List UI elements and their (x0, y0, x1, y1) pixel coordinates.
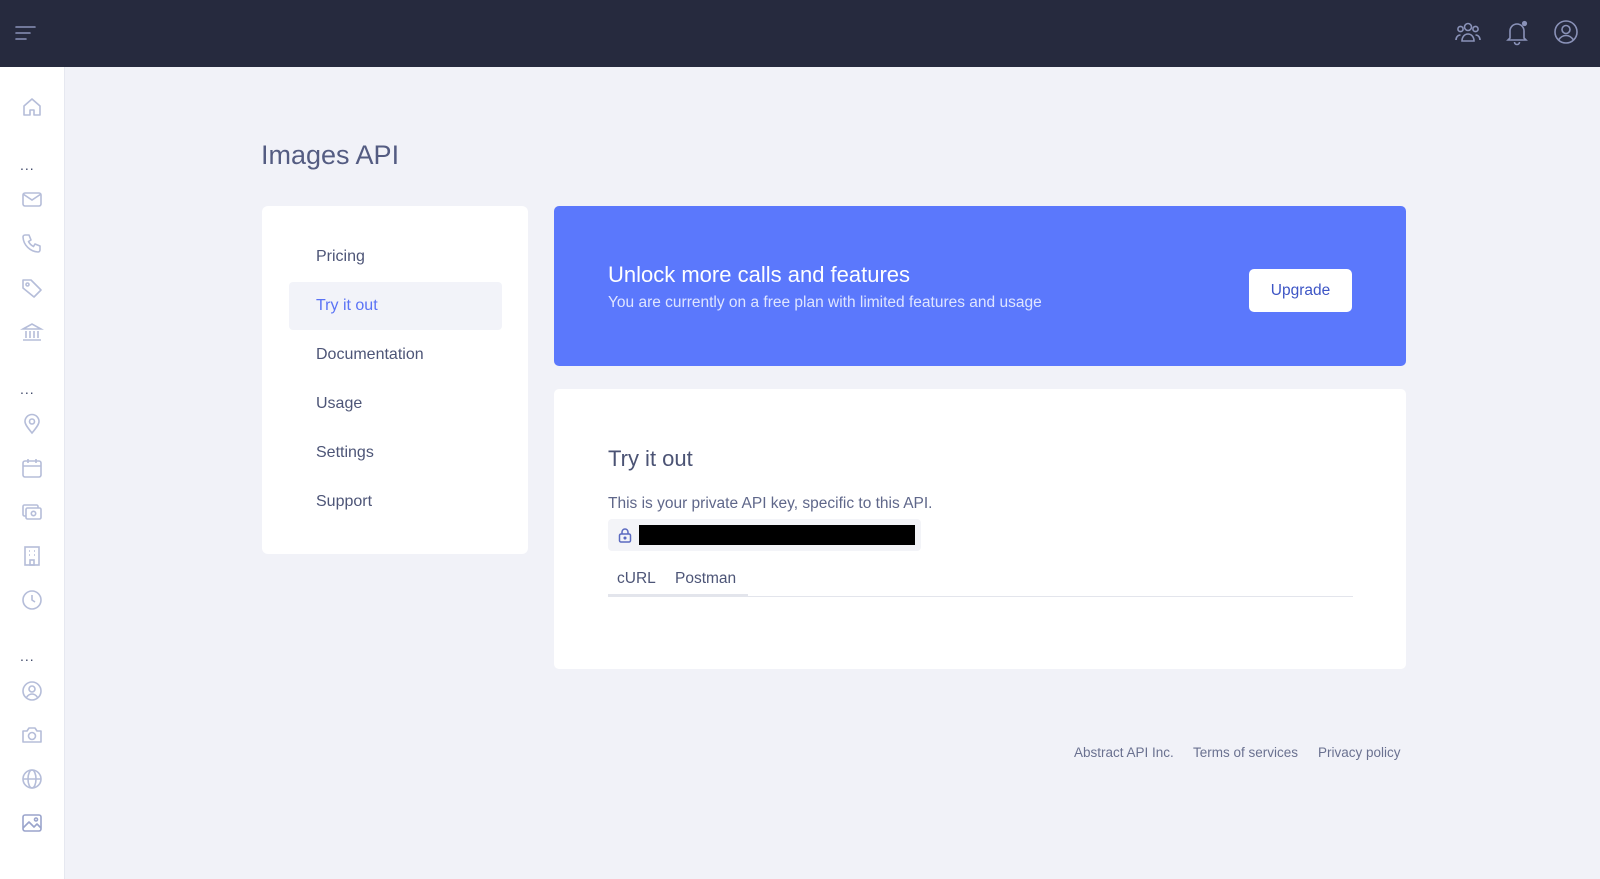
globe-icon[interactable] (20, 767, 44, 791)
calendar-icon[interactable] (20, 456, 44, 480)
clock-icon[interactable] (20, 588, 44, 612)
tab-indicator (608, 594, 748, 597)
team-icon[interactable] (1454, 18, 1482, 46)
page-title: Images API (261, 140, 400, 170)
home-icon[interactable] (20, 95, 44, 119)
code-tabs: cURL Postman (608, 567, 1353, 597)
upgrade-button[interactable]: Upgrade (1249, 269, 1352, 312)
section-dots: ... (20, 648, 35, 664)
api-key-description: This is your private API key, specific t… (608, 495, 933, 512)
subnav-item-try-it-out[interactable]: Try it out (289, 282, 502, 330)
section-dots: ... (20, 157, 35, 173)
tag-icon[interactable] (20, 276, 44, 300)
tab-curl[interactable]: cURL (617, 567, 656, 597)
camera-icon[interactable] (20, 723, 44, 747)
subnav-item-settings[interactable]: Settings (289, 429, 502, 477)
phone-icon[interactable] (20, 231, 44, 255)
footer-company: Abstract API Inc. (1074, 745, 1174, 760)
currency-icon[interactable] (20, 500, 44, 524)
sidebar: ... ... ... (0, 67, 65, 879)
api-subnav: Pricing Try it out Documentation Usage S… (262, 206, 528, 554)
banner-title: Unlock more calls and features (608, 262, 911, 287)
user-circle-icon[interactable] (20, 679, 44, 703)
upgrade-banner: Unlock more calls and features You are c… (554, 206, 1406, 366)
subnav-item-pricing[interactable]: Pricing (289, 233, 502, 281)
section-title: Try it out (608, 446, 693, 471)
top-bar (0, 0, 1600, 67)
bank-icon[interactable] (20, 320, 44, 344)
banner-subtitle: You are currently on a free plan with li… (608, 294, 1042, 311)
footer-privacy-link[interactable]: Privacy policy (1318, 745, 1401, 760)
subnav-item-usage[interactable]: Usage (289, 380, 502, 428)
user-circle-icon[interactable] (1552, 18, 1580, 46)
location-pin-icon[interactable] (20, 412, 44, 436)
hamburger-menu-icon[interactable] (14, 21, 38, 45)
subnav-item-documentation[interactable]: Documentation (289, 331, 502, 379)
api-key-field[interactable] (608, 519, 921, 551)
bell-icon[interactable] (1503, 18, 1531, 46)
lock-icon (617, 527, 633, 543)
tab-postman[interactable]: Postman (675, 567, 736, 597)
building-icon[interactable] (20, 544, 44, 568)
try-it-out-card: Try it out This is your private API key,… (554, 389, 1406, 669)
redacted-api-key (639, 525, 915, 545)
subnav-item-support[interactable]: Support (289, 478, 502, 526)
section-dots: ... (20, 381, 35, 397)
image-icon[interactable] (20, 811, 44, 835)
mail-icon[interactable] (20, 187, 44, 211)
footer-terms-link[interactable]: Terms of services (1193, 745, 1298, 760)
